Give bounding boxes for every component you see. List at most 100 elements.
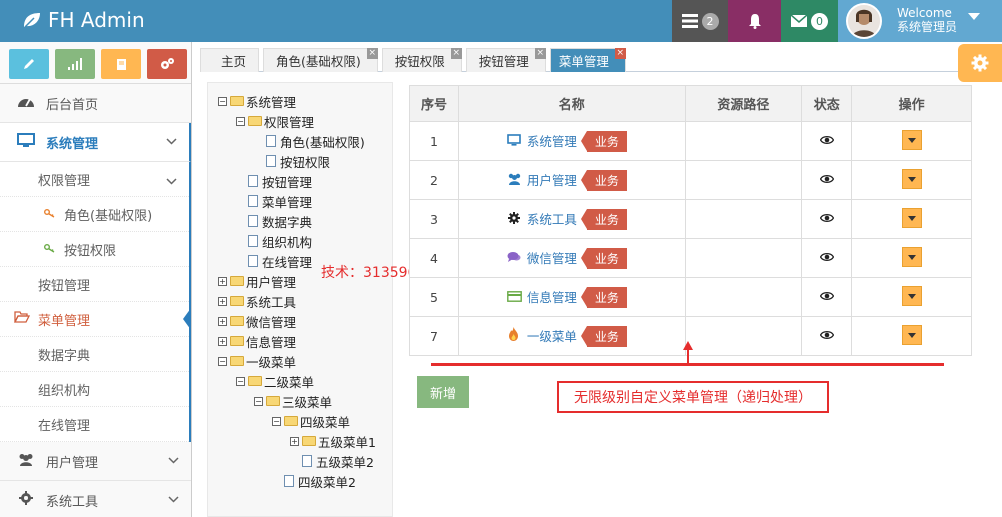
- resource-path-cell: [684, 199, 803, 239]
- close-icon[interactable]: ×: [366, 48, 378, 59]
- close-icon[interactable]: ×: [534, 48, 546, 59]
- tab-button-mgmt[interactable]: 按钮管理 ×: [465, 48, 546, 72]
- messages-button[interactable]: 0: [781, 0, 838, 42]
- tree-node[interactable]: + 用户管理: [218, 271, 296, 291]
- cogs-icon: [160, 58, 174, 69]
- eye-icon[interactable]: [819, 251, 835, 266]
- expand-icon[interactable]: +: [218, 276, 227, 286]
- actions-dropdown-button[interactable]: [901, 129, 922, 150]
- tree-node[interactable]: − 权限管理: [236, 111, 314, 131]
- tab-home[interactable]: 主页: [200, 48, 260, 72]
- row-number: 7: [409, 316, 459, 356]
- brand[interactable]: FH Admin: [22, 8, 145, 32]
- sidebar-item-role[interactable]: 角色(基础权限): [0, 197, 189, 232]
- tree-node[interactable]: − 四级菜单: [272, 411, 350, 431]
- sidebar-item-label: 权限管理: [38, 173, 91, 189]
- sidebar-item-perm-mgmt[interactable]: 权限管理: [0, 162, 189, 197]
- tree-node[interactable]: − 一级菜单: [218, 351, 296, 371]
- sidebar-item-user-mgmt[interactable]: 用户管理: [0, 442, 191, 481]
- actions-dropdown-button[interactable]: [901, 168, 922, 189]
- tree-node[interactable]: − 三级菜单: [254, 391, 332, 411]
- tree-node[interactable]: 角色(基础权限): [254, 131, 365, 151]
- actions-dropdown-button[interactable]: [901, 207, 922, 228]
- menu-name-link[interactable]: 微信管理: [527, 251, 577, 266]
- eye-icon[interactable]: [819, 212, 835, 227]
- sidebar-item-org[interactable]: 组织机构: [0, 372, 189, 407]
- tree-node-label: 权限管理: [264, 114, 315, 130]
- tab-button-perm[interactable]: 按钮权限 ×: [381, 48, 462, 72]
- menu-name-link[interactable]: 系统管理: [527, 134, 577, 149]
- cogs-shortcut-button[interactable]: [147, 49, 187, 79]
- sidebar-item-label: 按钮权限: [64, 243, 117, 259]
- tree-node[interactable]: 四级菜单2: [272, 471, 356, 491]
- credit-card-icon: [507, 290, 522, 305]
- tree-node[interactable]: + 系统工具: [218, 291, 296, 311]
- sidebar-item-home[interactable]: 后台首页: [0, 84, 191, 123]
- desktop-icon: [16, 132, 36, 152]
- actions-dropdown-button[interactable]: [901, 324, 922, 345]
- tree-node[interactable]: − 二级菜单: [236, 371, 314, 391]
- sidebar-item-button-perm[interactable]: 按钮权限: [0, 232, 189, 267]
- expand-icon[interactable]: +: [218, 336, 227, 346]
- tree-node[interactable]: + 五级菜单1: [290, 431, 376, 451]
- close-icon[interactable]: ×: [614, 48, 626, 59]
- expand-icon[interactable]: +: [290, 436, 299, 446]
- eye-icon[interactable]: [819, 329, 835, 344]
- collapse-icon[interactable]: −: [218, 356, 227, 366]
- sidebar-item-dictionary[interactable]: 数据字典: [0, 337, 189, 372]
- user-menu[interactable]: Welcome 系统管理员: [838, 0, 1002, 42]
- tree-node[interactable]: 在线管理: [236, 251, 312, 271]
- sidebar-item-system-mgmt[interactable]: 系统管理: [0, 123, 191, 162]
- collapse-icon[interactable]: −: [236, 376, 245, 386]
- tree-node[interactable]: 数据字典: [236, 211, 312, 231]
- menu-name-link[interactable]: 系统工具: [527, 212, 577, 227]
- sidebar-item-button-mgmt[interactable]: 按钮管理: [0, 267, 189, 302]
- tree-node[interactable]: 按钮权限: [254, 151, 330, 171]
- eye-icon[interactable]: [819, 173, 835, 188]
- status-cell: [801, 277, 853, 317]
- column-header: 资源路径: [684, 85, 803, 122]
- eye-icon[interactable]: [819, 290, 835, 305]
- notifications-button[interactable]: [728, 0, 781, 42]
- collapse-icon[interactable]: −: [272, 416, 281, 426]
- resource-path-cell: [684, 277, 803, 317]
- sidebar-item-menu-mgmt[interactable]: 菜单管理: [0, 302, 191, 337]
- menu-name-link[interactable]: 一级菜单: [527, 329, 577, 344]
- tree-node[interactable]: 组织机构: [236, 231, 312, 251]
- tree-node[interactable]: 五级菜单2: [290, 451, 374, 471]
- tree-node[interactable]: − 系统管理: [218, 91, 296, 111]
- tree-node[interactable]: 按钮管理: [236, 171, 312, 191]
- actions-dropdown-button[interactable]: [901, 246, 922, 267]
- sidebar-item-online[interactable]: 在线管理: [0, 407, 189, 442]
- tree-node[interactable]: + 信息管理: [218, 331, 296, 351]
- tree-node-label: 五级菜单1: [318, 434, 376, 450]
- tab-menu-mgmt[interactable]: 菜单管理 ×: [549, 48, 626, 72]
- tree-node[interactable]: + 微信管理: [218, 311, 296, 331]
- collapse-icon[interactable]: −: [236, 116, 245, 126]
- users-icon: [16, 452, 36, 470]
- collapse-icon[interactable]: −: [254, 396, 263, 406]
- expand-icon[interactable]: +: [218, 316, 227, 326]
- pencil-shortcut-button[interactable]: [9, 49, 49, 79]
- eye-icon[interactable]: [819, 134, 835, 149]
- tree-node-label: 一级菜单: [246, 354, 297, 370]
- sidebar-item-sys-tools[interactable]: 系统工具: [0, 481, 191, 517]
- status-cell: [801, 316, 853, 356]
- menu-name-link[interactable]: 信息管理: [527, 290, 577, 305]
- tree-node-label: 五级菜单2: [316, 454, 374, 470]
- tab-role[interactable]: 角色(基础权限) ×: [263, 48, 378, 72]
- actions-cell: [851, 238, 972, 278]
- add-button[interactable]: 新增: [417, 376, 469, 408]
- actions-cell: [851, 277, 972, 317]
- close-icon[interactable]: ×: [450, 48, 462, 59]
- tree-node-label: 按钮权限: [280, 154, 331, 170]
- expand-icon[interactable]: +: [218, 296, 227, 306]
- book-shortcut-button[interactable]: [101, 49, 141, 79]
- menu-name-link[interactable]: 用户管理: [527, 173, 577, 188]
- signal-shortcut-button[interactable]: [55, 49, 95, 79]
- collapse-icon[interactable]: −: [218, 96, 227, 106]
- actions-dropdown-button[interactable]: [901, 285, 922, 306]
- settings-button[interactable]: [958, 44, 1002, 82]
- tree-node[interactable]: 菜单管理: [236, 191, 312, 211]
- tasks-button[interactable]: 2: [672, 0, 728, 42]
